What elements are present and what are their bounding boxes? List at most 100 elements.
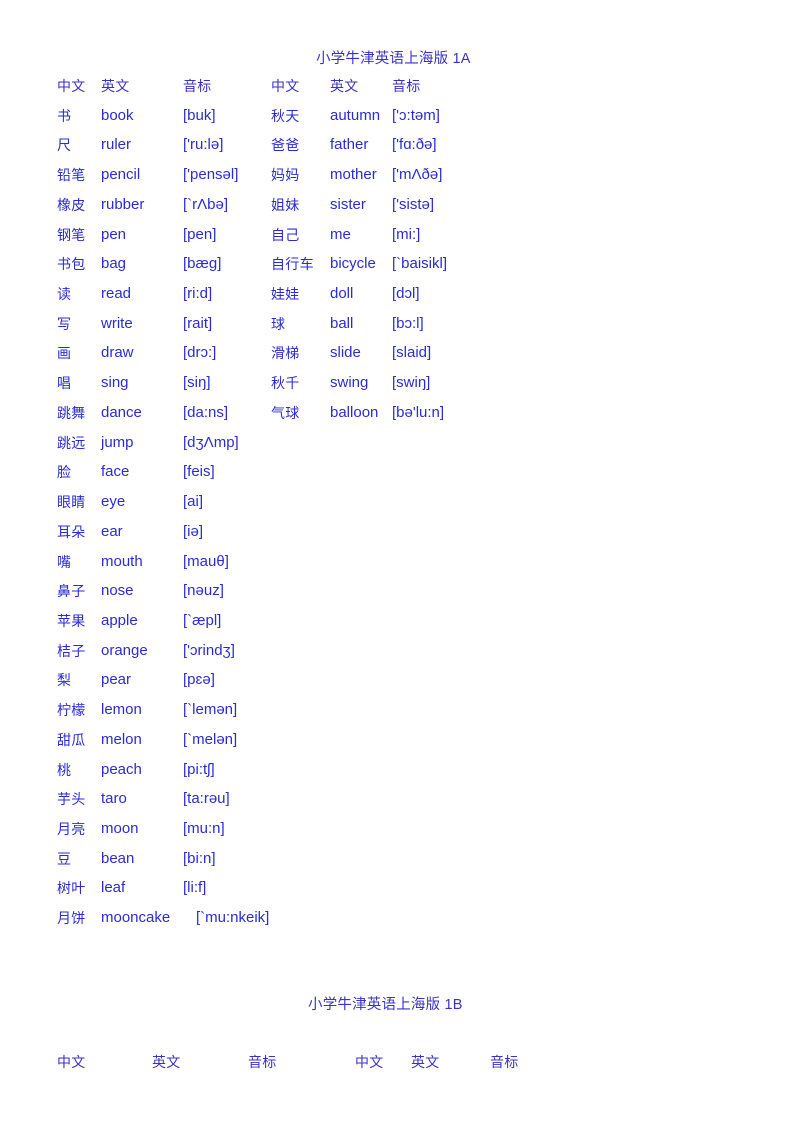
word-chinese: 气球: [271, 404, 300, 421]
table-row: 书包 bag [bæg] 自行车 bicycle [`baisikl]: [0, 254, 800, 284]
word-phonetic: ['sistə]: [392, 195, 435, 213]
word-chinese: 娃娃: [271, 286, 300, 303]
word-chinese: 自己: [271, 226, 300, 243]
column-header-english-right: 英文: [330, 78, 359, 94]
word-english: eye: [101, 493, 126, 511]
word-chinese: 钢笔: [57, 226, 86, 243]
column-header-english-left: 英文: [101, 78, 130, 94]
word-phonetic: [dʒΛmp]: [183, 433, 239, 451]
word-phonetic: [bi:n]: [183, 849, 216, 867]
word-phonetic: [li:f]: [183, 879, 207, 897]
word-phonetic: [drɔ:]: [183, 344, 217, 362]
table-row: 月亮 moon [mu:n]: [0, 819, 800, 849]
word-phonetic: [buk]: [183, 106, 216, 124]
word-english: face: [101, 463, 130, 481]
word-phonetic: [pɛə]: [183, 671, 215, 689]
column-header-phonetic-right-1b: 音标: [490, 1054, 519, 1070]
word-phonetic: ['ɔrindʒ]: [183, 641, 235, 659]
word-phonetic: [bə'lu:n]: [392, 403, 445, 421]
word-english: jump: [101, 433, 134, 451]
table-row: 嘴 mouth [mauθ]: [0, 552, 800, 582]
table-row: 柠檬 lemon [`lemən]: [0, 700, 800, 730]
word-chinese: 书: [57, 107, 72, 124]
table-row: 月饼 mooncake [`mu:nkeik]: [0, 908, 800, 938]
word-chinese: 嘴: [57, 553, 72, 570]
word-phonetic: [ri:d]: [183, 285, 213, 303]
section-title-1a: 小学牛津英语上海版 1A: [316, 51, 471, 67]
word-phonetic: [`lemən]: [183, 701, 238, 719]
word-phonetic: [rait]: [183, 314, 213, 332]
word-chinese: 铅笔: [57, 167, 86, 184]
word-english: dance: [101, 403, 142, 421]
word-chinese: 月亮: [57, 821, 86, 837]
word-phonetic: [pi:tʃ]: [183, 760, 215, 778]
word-english: sister: [330, 195, 366, 213]
word-phonetic: [`baisikl]: [392, 255, 448, 273]
word-chinese: 滑梯: [271, 345, 300, 362]
word-phonetic: [ta:rəu]: [183, 790, 230, 808]
word-chinese: 秋千: [271, 375, 300, 392]
table-row: 耳朵 ear [iə]: [0, 522, 800, 552]
word-chinese: 唱: [57, 375, 72, 392]
word-phonetic: [dɔl]: [392, 285, 420, 303]
column-header-row-1b: 中文 英文 音标 中文 英文 音标: [0, 1052, 800, 1078]
word-english: lemon: [101, 701, 142, 719]
word-english: sing: [101, 374, 129, 392]
word-english: nose: [101, 582, 134, 600]
column-header-chinese-left-1b: 中文: [57, 1054, 86, 1070]
word-english: doll: [330, 285, 354, 303]
column-header-chinese-right: 中文: [271, 78, 300, 94]
word-phonetic: ['fɑ:ðə]: [392, 136, 437, 154]
column-header-phonetic-left-1b: 音标: [248, 1054, 277, 1070]
word-english: moon: [101, 820, 139, 837]
word-phonetic: [da:ns]: [183, 403, 229, 421]
word-phonetic: [swiŋ]: [392, 374, 431, 392]
word-chinese: 球: [271, 315, 286, 332]
word-english: autumn: [330, 106, 381, 124]
word-english: swing: [330, 374, 369, 392]
word-english: bean: [101, 849, 135, 867]
table-row: 画 draw [drɔ:] 滑梯 slide [slaid]: [0, 343, 800, 373]
word-chinese: 爸爸: [271, 137, 300, 154]
table-row: 苹果 apple [`æpl]: [0, 611, 800, 641]
document-page: 小学牛津英语上海版 1A 中文 英文 音标 中文 英文 音标书 book [buk] 秋天 aut…: [0, 0, 800, 1132]
word-english: read: [101, 285, 132, 303]
word-chinese: 梨: [57, 672, 72, 689]
word-english: rubber: [101, 195, 145, 213]
word-chinese: 柠檬: [57, 702, 86, 719]
word-chinese: 跳舞: [57, 404, 86, 421]
word-phonetic: [`mu:nkeik]: [196, 909, 270, 927]
word-chinese: 芋头: [57, 791, 86, 808]
table-row: 橡皮 rubber [`rΛbə] 姐妹 sister ['sistə]: [0, 195, 800, 225]
word-english: melon: [101, 730, 142, 748]
word-chinese: 姐妹: [271, 196, 300, 213]
column-header-phonetic-left: 音标: [183, 78, 212, 94]
word-english: bag: [101, 255, 127, 273]
word-chinese: 画: [57, 345, 72, 362]
column-header-row-1a: 中文 英文 音标 中文 英文 音标: [0, 76, 800, 106]
word-phonetic: [bæg]: [183, 255, 222, 273]
word-phonetic: [slaid]: [392, 344, 432, 362]
table-row: 树叶 leaf [li:f]: [0, 878, 800, 908]
table-row: 鼻子 nose [nəuz]: [0, 581, 800, 611]
table-row: 写 write [rait] 球 ball [bɔ:l]: [0, 314, 800, 344]
word-phonetic: [mu:n]: [183, 820, 225, 837]
word-chinese: 写: [57, 315, 72, 332]
word-chinese: 跳远: [57, 434, 86, 451]
table-row: 眼睛 eye [ai]: [0, 492, 800, 522]
word-phonetic: [iə]: [183, 522, 204, 540]
word-chinese: 桔子: [57, 642, 86, 659]
word-english: balloon: [330, 403, 379, 421]
table-row: 跳舞 dance [da:ns] 气球 balloon [bə'lu:n]: [0, 403, 800, 433]
word-english: me: [330, 225, 351, 243]
table-row: 梨 pear [pɛə]: [0, 670, 800, 700]
table-row: 跳远 jump [dʒΛmp]: [0, 433, 800, 463]
table-row: 甜瓜 melon [`melən]: [0, 730, 800, 760]
word-phonetic: [`melən]: [183, 730, 238, 748]
table-row: 书 book [buk] 秋天 autumn ['ɔ:təm]: [0, 106, 800, 136]
word-english: mouth: [101, 552, 143, 570]
word-phonetic: [feis]: [183, 463, 215, 481]
word-chinese: 月饼: [57, 910, 86, 927]
column-header-chinese-left: 中文: [57, 78, 86, 94]
word-chinese: 耳朵: [57, 523, 86, 540]
